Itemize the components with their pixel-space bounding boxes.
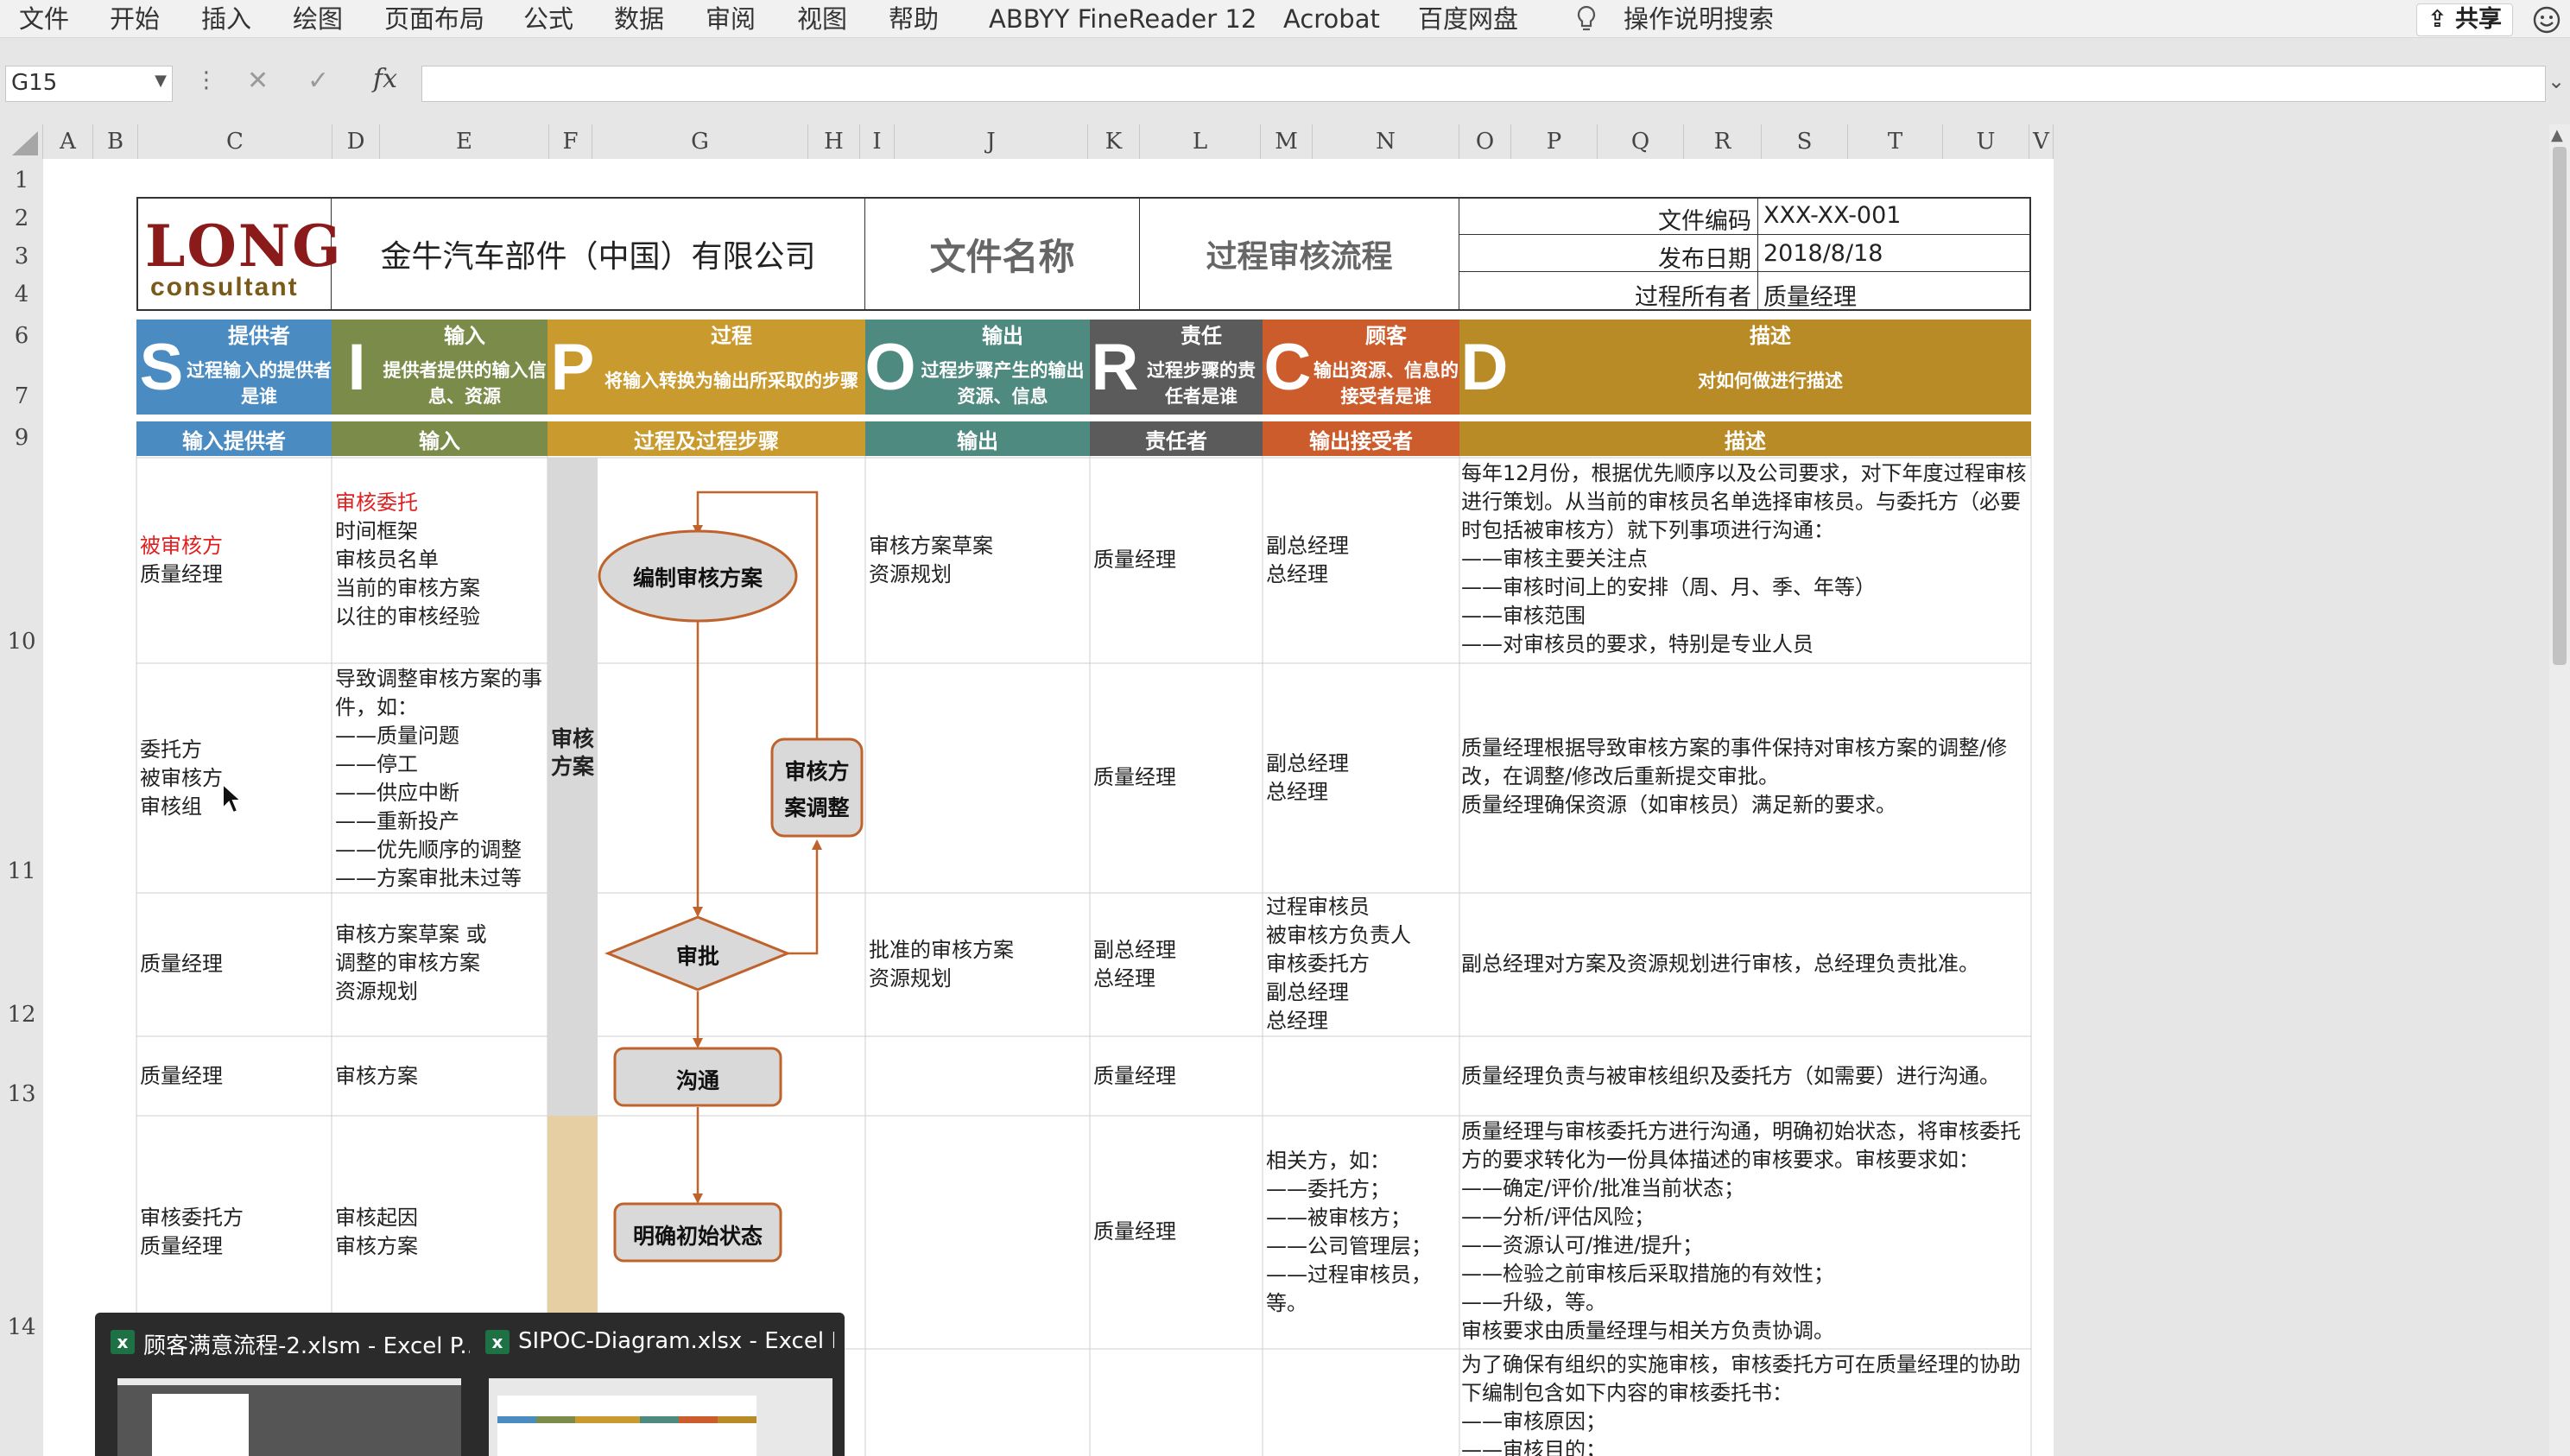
input-highlight: 审核委托 <box>335 491 418 515</box>
customer-cell: 副总经理 总经理 <box>1266 751 1349 804</box>
input-cell: 审核方案 <box>335 1064 418 1088</box>
input-cell: 时间框架 审核员名单 当前的审核方案 以往的审核经验 <box>335 519 480 629</box>
description-cell: 质量经理与审核委托方进行沟通，明确初始状态，将审核委托方的要求转化为一份具体描述… <box>1461 1119 2021 1343</box>
flow-step-2a[interactable]: 审核方 <box>772 755 862 786</box>
excel-icon: x <box>485 1330 510 1354</box>
description-cell: 副总经理对方案及资源规划进行审核，总经理负责批准。 <box>1461 952 1979 976</box>
output-cell: 审核方案草案 资源规划 <box>869 534 993 586</box>
description-cell: 质量经理根据导致审核方案的事件保持对审核方案的调整/修改，在调整/修改后重新提交… <box>1461 736 2008 817</box>
flow-step-2b[interactable]: 案调整 <box>772 791 862 822</box>
supplier-highlight: 被审核方 <box>140 534 223 558</box>
supplier-cell: 审核委托方 质量经理 <box>140 1206 244 1258</box>
description-cell: 为了确保有组织的实施审核，审核委托方可在质量经理的协助下编制包含如下内容的审核委… <box>1461 1352 2021 1456</box>
customer-cell: 过程审核员 被审核方负责人 审核委托方 副总经理 总经理 <box>1266 895 1411 1033</box>
owner-cell: 质量经理 <box>1093 548 1176 572</box>
description-cell: 每年12月份，根据优先顺序以及公司要求，对下年度过程审核进行策划。从当前的审核员… <box>1461 461 2027 656</box>
taskbar-preview-item[interactable]: x 顾客满意流程-2.xlsm - Excel P... <box>105 1313 472 1456</box>
flow-step-5[interactable]: 明确初始状态 <box>615 1219 781 1250</box>
input-cell: 导致调整审核方案的事件，如： ——质量问题 ——停工 ——供应中断 ——重新投产… <box>335 667 542 890</box>
input-cell: 审核方案草案 或 调整的审核方案 资源规划 <box>335 922 487 1003</box>
customer-cell: 相关方，如： ——委托方； ——被审核方； ——公司管理层； ——过程审核员， … <box>1266 1149 1432 1315</box>
owner-cell: 副总经理 总经理 <box>1093 938 1176 991</box>
flow-step-1[interactable]: 编制审核方案 <box>599 561 796 592</box>
window-thumbnail <box>117 1378 461 1456</box>
input-cell: 审核起因 审核方案 <box>335 1206 418 1258</box>
supplier-cell: 质量经理 <box>140 952 223 976</box>
owner-cell: 质量经理 <box>1093 1219 1176 1244</box>
customer-cell: 副总经理 总经理 <box>1266 534 1349 586</box>
owner-cell: 质量经理 <box>1093 765 1176 789</box>
flow-step-4[interactable]: 沟通 <box>615 1064 781 1095</box>
owner-cell: 质量经理 <box>1093 1064 1176 1088</box>
taskbar-preview-item[interactable]: x SIPOC-Diagram.xlsx - Excel P... <box>480 1313 836 1456</box>
window-thumbnail <box>489 1378 832 1456</box>
output-cell: 批准的审核方案 资源规划 <box>869 938 1014 991</box>
supplier-cell: 质量经理 <box>140 1064 223 1088</box>
taskbar-preview-popup: x 顾客满意流程-2.xlsm - Excel P... x SIPOC-Dia… <box>95 1313 845 1456</box>
flow-step-3[interactable]: 审批 <box>649 940 746 971</box>
mouse-cursor-icon <box>221 782 244 819</box>
supplier-cell: 质量经理 <box>140 562 223 586</box>
description-cell: 质量经理负责与被审核组织及委托方（如需要）进行沟通。 <box>1461 1064 2000 1088</box>
excel-icon: x <box>111 1330 135 1354</box>
